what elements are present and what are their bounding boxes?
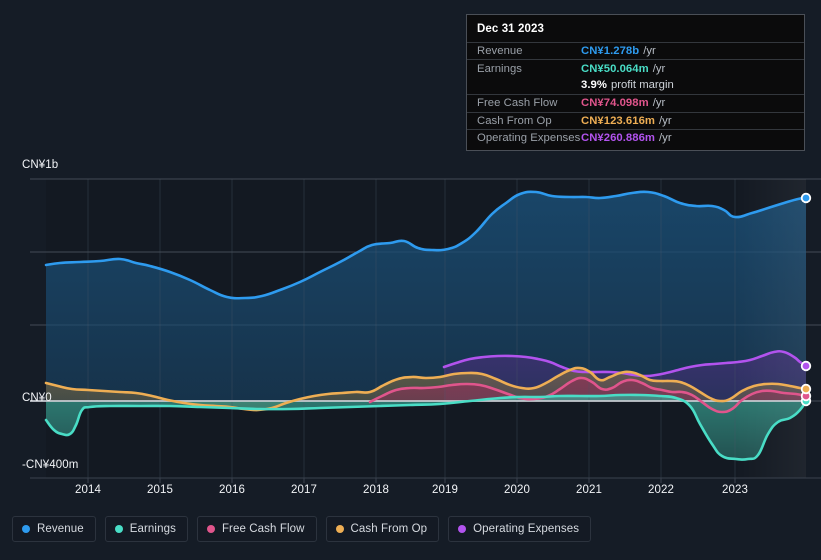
tooltip-row-label: Cash From Op [477, 114, 552, 127]
tooltip-row-value: CN¥260.886m [581, 132, 656, 145]
legend-item-label: Free Cash Flow [221, 523, 305, 535]
tooltip-rows: Revenue CN¥1.278b/yr Earnings CN¥50.064m/yr… [467, 42, 804, 146]
chart-legend[interactable]: Revenue Earnings Free Cash Flow Cash From O… [12, 516, 592, 542]
tooltip-row: Revenue CN¥1.278b/yr [467, 42, 804, 59]
legend-item-operating-expenses[interactable]: Operating Expenses [448, 516, 592, 542]
tooltip-row-unit: /yr [659, 114, 672, 127]
tooltip-row-unit: /yr [659, 132, 672, 145]
legend-item-label: Earnings [129, 523, 176, 535]
x-axis-label: 2023 [722, 484, 748, 496]
tooltip-row: Cash From Op CN¥123.616m/yr [467, 111, 804, 129]
tooltip-row-label: Operating Expenses [477, 132, 581, 145]
legend-color-dot-icon [22, 525, 30, 533]
tooltip-row: Operating Expenses CN¥260.886m/yr [467, 128, 804, 146]
x-axis-label: 2017 [291, 484, 317, 496]
tooltip-row-sublabel: profit margin [610, 79, 674, 92]
tooltip-row-value: CN¥74.098m [581, 97, 649, 110]
tooltip-row-label: Revenue [477, 45, 523, 58]
legend-item-revenue[interactable]: Revenue [12, 516, 96, 542]
tooltip-row-unit: /yr [643, 45, 656, 58]
legend-item-label: Cash From Op [350, 523, 428, 535]
y-axis-label: CN¥1b [22, 159, 59, 171]
tooltip-row-value: CN¥1.278b [581, 45, 640, 58]
legend-color-dot-icon [335, 525, 344, 533]
endpoint-marker-operating-expenses [800, 360, 812, 372]
legend-item-label: Revenue [37, 523, 84, 535]
legend-color-dot-icon [206, 525, 215, 533]
legend-color-dot-icon [114, 525, 123, 533]
tooltip-date: Dec 31 2023 [477, 23, 544, 35]
x-axis-label: 2019 [432, 484, 458, 496]
financial-chart-page: CN¥1b CN¥0 -CN¥400m 2014 2015 2016 2017 2018 20… [0, 0, 821, 560]
tooltip-row-unit: /yr [652, 62, 666, 75]
legend-item-earnings[interactable]: Earnings [104, 516, 188, 542]
x-axis-label: 2021 [576, 484, 602, 496]
x-axis-label: 2015 [147, 484, 173, 496]
tooltip-row-value: CN¥123.616m [581, 114, 656, 127]
highlight-band [735, 179, 806, 478]
tooltip-row-unit: /yr [652, 97, 666, 110]
y-axis-label: CN¥0 [22, 392, 52, 404]
x-axis-label: 2022 [648, 484, 674, 496]
tooltip-row: Free Cash Flow CN¥74.098m/yr [467, 94, 804, 111]
legend-item-cash-from-op[interactable]: Cash From Op [325, 516, 440, 542]
tooltip-row: Earnings CN¥50.064m/yr [467, 59, 804, 76]
legend-item-free-cash-flow[interactable]: Free Cash Flow [196, 516, 317, 542]
tooltip-row: 3.9% profit margin [467, 77, 804, 94]
endpoint-marker-cash-from-op [800, 383, 812, 395]
data-tooltip: Dec 31 2023 Revenue CN¥1.278b/yr Earnings C… [466, 14, 805, 152]
x-axis-label: 2016 [219, 484, 245, 496]
tooltip-row-value: 3.9% [581, 79, 607, 92]
tooltip-row-value: CN¥50.064m [581, 62, 649, 75]
y-axis-label: -CN¥400m [22, 459, 79, 471]
legend-color-dot-icon [458, 525, 467, 533]
tooltip-row-label: Earnings [477, 62, 522, 75]
x-axis-label: 2020 [504, 484, 530, 496]
endpoint-marker-revenue [800, 192, 812, 204]
legend-item-label: Operating Expenses [473, 523, 580, 535]
x-axis-label: 2014 [75, 484, 101, 496]
x-axis-label: 2018 [363, 484, 389, 496]
tooltip-row-label: Free Cash Flow [477, 97, 558, 110]
